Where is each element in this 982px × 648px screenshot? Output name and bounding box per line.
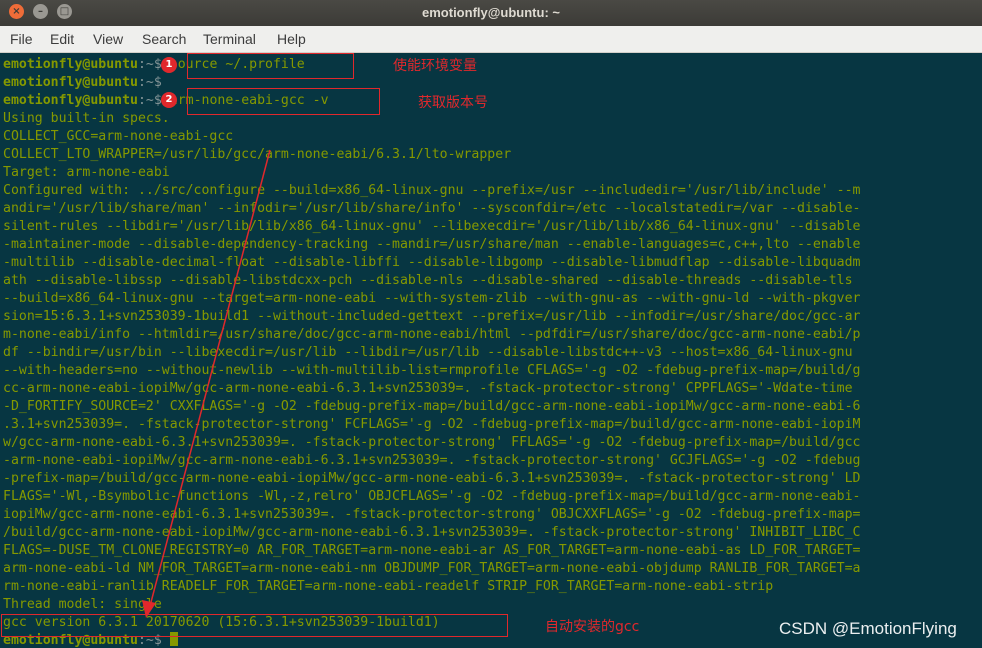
output-line: .3.1+svn253039=. -fstack-protector-stron… (3, 417, 861, 432)
output-line: silent-rules --libdir='/usr/lib/lib/x86_… (3, 219, 861, 234)
output-line: FLAGS=-DUSE_TM_CLONE_REGISTRY=0 AR_FOR_T… (3, 543, 861, 558)
output-line: rm-none-eabi-ranlib READELF_FOR_TARGET=a… (3, 579, 774, 594)
output-line: Using built-in specs. (3, 111, 170, 126)
output-line: -multilib --disable-decimal-float --disa… (3, 255, 861, 270)
output-line: --build=x86_64-linux-gnu --target=arm-no… (3, 291, 861, 306)
prompt-line-empty: emotionfly@ubuntu:~$ (3, 74, 162, 92)
terminal-area[interactable]: emotionfly@ubuntu:~$ source ~/.profile e… (0, 53, 982, 648)
output-line: -D_FORTIFY_SOURCE=2' CXXFLAGS='-g -O2 -f… (3, 399, 861, 414)
step-badge-1: 1 (161, 57, 177, 73)
output-line: sion=15:6.3.1+svn253039-1build1 --withou… (3, 309, 861, 324)
title-bar[interactable]: × – □ emotionfly@ubuntu: ~ (0, 0, 982, 26)
annotation-box-source (187, 53, 354, 79)
prompt-tail: :~$ (137, 93, 162, 108)
output-line: Configured with: ../src/configure --buil… (3, 183, 861, 198)
output-line: /build/gcc-arm-none-eabi-iopiMw/gcc-arm-… (3, 525, 861, 540)
annotation-box-gcc-command (187, 88, 380, 115)
output-line: Thread model: single (3, 597, 162, 612)
prompt-tail: :~$ (137, 57, 162, 72)
output-line: FLAGS='-Wl,-Bsymbolic-functions -Wl,-z,r… (3, 489, 861, 504)
menu-search[interactable]: Search (142, 26, 186, 52)
menu-edit[interactable]: Edit (50, 26, 74, 52)
menu-terminal[interactable]: Terminal (203, 26, 256, 52)
annotation-label-version: 获取版本号 (418, 95, 488, 111)
output-line: -maintainer-mode --disable-dependency-tr… (3, 237, 861, 252)
terminal-window: × – □ emotionfly@ubuntu: ~ File Edit Vie… (0, 0, 982, 648)
output-line: -prefix-map=/build/gcc-arm-none-eabi-iop… (3, 471, 861, 486)
annotation-box-gcc-version (1, 614, 508, 637)
output-line: w/gcc-arm-none-eabi-6.3.1+svn253039=. -f… (3, 435, 861, 450)
output-line: -arm-none-eabi-iopiMw/gcc-arm-none-eabi-… (3, 453, 861, 468)
step-badge-2: 2 (161, 92, 177, 108)
output-line: ath --disable-libssp --disable-libstdcxx… (3, 273, 853, 288)
csdn-watermark: CSDN @EmotionFlying (779, 619, 957, 638)
prompt-user: emotionfly@ubuntu (3, 75, 138, 90)
output-line: andir='/usr/lib/share/man' --infodir='/u… (3, 201, 861, 216)
menu-bar: File Edit View Search Terminal Help (0, 26, 982, 53)
prompt-user: emotionfly@ubuntu (3, 93, 138, 108)
output-line: cc-arm-none-eabi-iopiMw/gcc-arm-none-eab… (3, 381, 853, 396)
output-line: Target: arm-none-eabi (3, 165, 170, 180)
window-title: emotionfly@ubuntu: ~ (422, 5, 560, 20)
annotation-label-gcc: 自动安装的gcc (545, 619, 640, 635)
output-line: COLLECT_LTO_WRAPPER=/usr/lib/gcc/arm-non… (3, 147, 512, 162)
output-line: iopiMw/gcc-arm-none-eabi-6.3.1+svn253039… (3, 507, 861, 522)
output-line: m-none-eabi/info --htmldir=/usr/share/do… (3, 327, 861, 342)
menu-help[interactable]: Help (277, 26, 306, 52)
menu-file[interactable]: File (10, 26, 33, 52)
prompt-tail: :~$ (137, 75, 162, 90)
prompt-user: emotionfly@ubuntu (3, 57, 138, 72)
output-line: df --bindir=/usr/bin --libexecdir=/usr/l… (3, 345, 853, 360)
annotation-label-env: 使能环境变量 (393, 58, 477, 74)
menu-view[interactable]: View (93, 26, 123, 52)
output-line: COLLECT_GCC=arm-none-eabi-gcc (3, 129, 234, 144)
output-line: --with-headers=no --without-newlib --wit… (3, 363, 861, 378)
output-line: arm-none-eabi-ld NM_FOR_TARGET=arm-none-… (3, 561, 861, 576)
